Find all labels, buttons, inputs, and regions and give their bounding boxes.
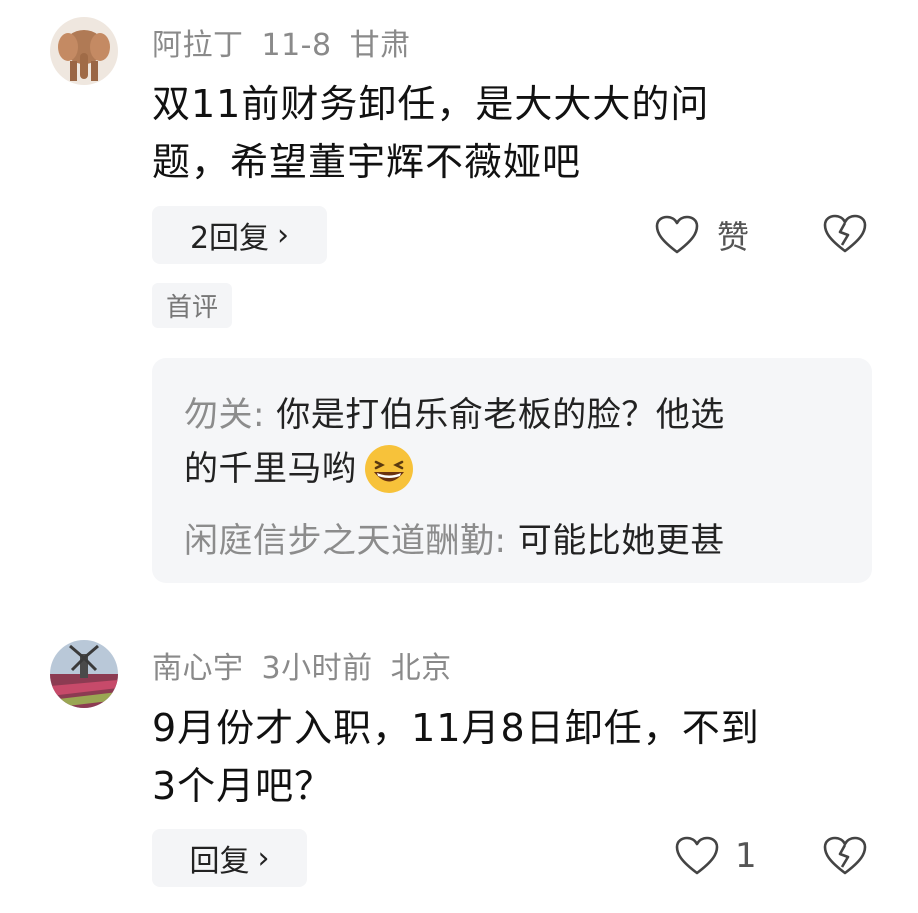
- comment-text-line: 3个月吧？: [152, 764, 334, 808]
- like-count: 1: [735, 836, 757, 876]
- broken-heart-icon: [823, 836, 867, 876]
- heart-icon: [675, 836, 719, 876]
- comment-text-line: 双11前财务卸任，是大大大的问: [152, 82, 710, 126]
- reply-separator: :: [494, 521, 518, 561]
- like-button[interactable]: 赞: [655, 212, 749, 258]
- comment-text: 双11前财务卸任，是大大大的问 题，希望董宇辉不薇娅吧: [152, 75, 709, 191]
- dislike-button[interactable]: [823, 836, 867, 876]
- reply-text: 可能比她更甚: [517, 521, 725, 561]
- reply-text: 你是打伯乐俞老板的脸？他选: [276, 395, 725, 435]
- comment-location: 北京: [390, 651, 452, 686]
- reply-item-continued: 的千里马哟: [184, 442, 415, 496]
- reply-separator: :: [253, 395, 277, 435]
- username[interactable]: 南心宇: [152, 651, 244, 686]
- comment-meta: 阿拉丁 11-8 甘肃: [152, 20, 429, 64]
- chevron-right-icon: ›: [257, 840, 270, 876]
- heart-icon: [655, 215, 699, 255]
- reply-item[interactable]: 勿关: 你是打伯乐俞老板的脸？他选: [184, 388, 725, 442]
- comment-text-line: 9月份才入职，11月8日卸任，不到: [152, 706, 760, 750]
- dislike-button[interactable]: [823, 214, 867, 254]
- comment-time: 11-8: [261, 28, 332, 63]
- elephant-avatar-image: [50, 17, 118, 85]
- avatar[interactable]: [50, 640, 118, 708]
- replies-preview[interactable]: 勿关: 你是打伯乐俞老板的脸？他选 的千里马哟 闲庭信步之天道酬勤: 可能比她更…: [152, 358, 872, 583]
- comment-time: 3小时前: [261, 651, 373, 686]
- chevron-right-icon: ›: [277, 217, 290, 253]
- comment-text: 9月份才入职，11月8日卸任，不到 3个月吧？: [152, 699, 760, 815]
- like-label: 赞: [717, 218, 750, 256]
- windmill-avatar-image: [50, 640, 118, 708]
- reply-text: 的千里马哟: [184, 449, 357, 489]
- reply-item[interactable]: 闲庭信步之天道酬勤: 可能比她更甚: [184, 514, 725, 568]
- avatar[interactable]: [50, 17, 118, 85]
- reply-username[interactable]: 闲庭信步之天道酬勤: [184, 521, 495, 561]
- comment-text-line: 题，希望董宇辉不薇娅吧: [152, 140, 582, 184]
- reply-button-label: 回复: [189, 844, 250, 879]
- view-replies-button[interactable]: 2回复 ›: [152, 206, 327, 264]
- first-comment-tag: 首评: [152, 283, 232, 328]
- comment-location: 甘肃: [349, 28, 411, 63]
- like-button[interactable]: 1: [675, 836, 757, 876]
- broken-heart-icon: [823, 214, 867, 254]
- grinning-face-icon: [363, 443, 415, 495]
- username[interactable]: 阿拉丁: [152, 28, 244, 63]
- comment-meta: 南心宇 3小时前 北京: [152, 643, 470, 687]
- reply-button[interactable]: 回复 ›: [152, 829, 307, 887]
- reply-username[interactable]: 勿关: [184, 395, 253, 435]
- reply-button-label: 2回复: [189, 221, 270, 256]
